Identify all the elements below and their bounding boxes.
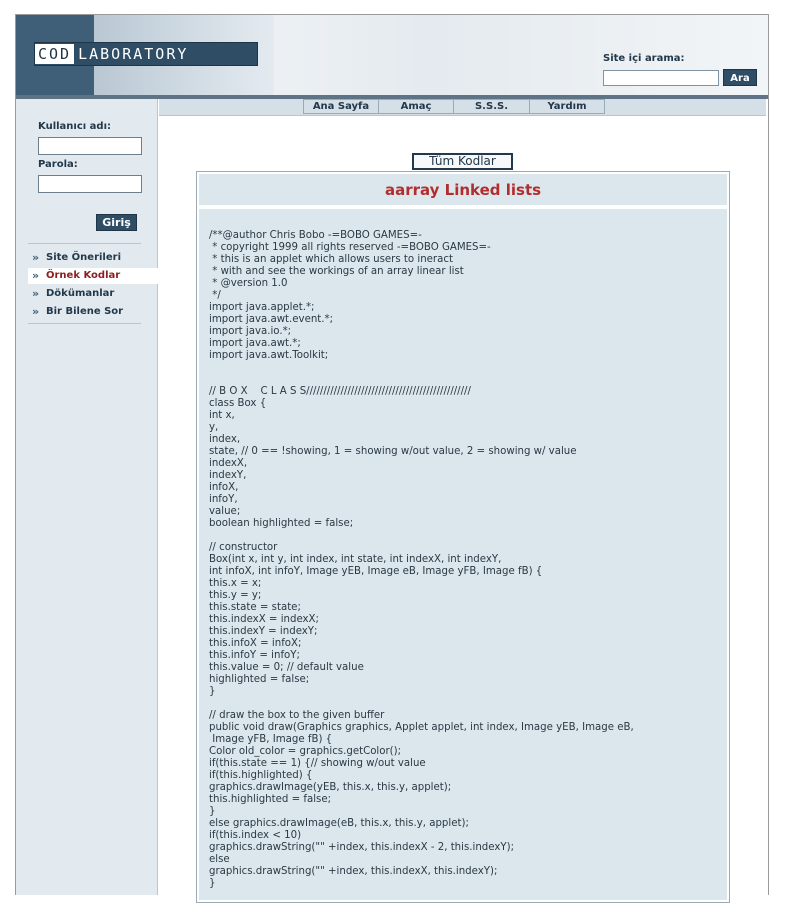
sidebar-item-dokumanlar[interactable]: » Dökümanlar bbox=[28, 286, 141, 302]
sidebar-item-label: Örnek Kodlar bbox=[46, 270, 121, 281]
code-body: /**@author Chris Bobo -=BOBO GAMES=- * c… bbox=[199, 209, 727, 900]
code-listing: /**@author Chris Bobo -=BOBO GAMES=- * c… bbox=[209, 230, 634, 889]
login-button[interactable]: Giriş bbox=[96, 214, 137, 231]
chevron-right-icon: » bbox=[32, 305, 40, 318]
logo-mark: COD bbox=[35, 44, 75, 64]
code-title-bar: aarray Linked lists bbox=[199, 174, 727, 205]
sidebar-item-bir-bilene-sor[interactable]: » Bir Bilene Sor bbox=[28, 304, 141, 320]
site-logo[interactable]: COD LABORATORY bbox=[34, 42, 258, 66]
page-frame: COD LABORATORY Site içi arama: Ara Kulla… bbox=[15, 14, 769, 903]
sidebar: Kullanıcı adı: Parola: Giriş » Site Öner… bbox=[16, 99, 158, 895]
sidebar-item-label: Dökümanlar bbox=[46, 288, 115, 299]
sidebar-item-label: Site Önerileri bbox=[46, 252, 122, 263]
sidebar-item-site-onerileri[interactable]: » Site Önerileri bbox=[28, 250, 141, 266]
password-field[interactable] bbox=[38, 175, 142, 193]
chevron-right-icon: » bbox=[32, 287, 40, 300]
sidebar-divider bbox=[28, 243, 141, 244]
tab-ana-sayfa[interactable]: Ana Sayfa bbox=[303, 99, 379, 114]
tab-sss[interactable]: S.S.S. bbox=[453, 99, 530, 114]
search-button[interactable]: Ara bbox=[723, 69, 757, 86]
password-label: Parola: bbox=[38, 159, 78, 170]
chevron-right-icon: » bbox=[32, 251, 40, 264]
search-label: Site içi arama: bbox=[603, 53, 685, 64]
logo-text: LABORATORY bbox=[78, 45, 189, 63]
sidebar-item-ornek-kodlar[interactable]: » Örnek Kodlar bbox=[28, 268, 158, 284]
site-header: COD LABORATORY Site içi arama: Ara bbox=[16, 15, 768, 95]
search-input[interactable] bbox=[603, 70, 719, 86]
chevron-right-icon: » bbox=[32, 269, 40, 282]
username-label: Kullanıcı adı: bbox=[38, 121, 112, 132]
username-field[interactable] bbox=[38, 137, 142, 155]
all-codes-button[interactable]: Tüm Kodlar bbox=[412, 153, 513, 170]
tab-yardim[interactable]: Yardım bbox=[529, 99, 605, 114]
code-panel: aarray Linked lists /**@author Chris Bob… bbox=[196, 171, 730, 903]
sidebar-item-label: Bir Bilene Sor bbox=[46, 306, 124, 317]
sidebar-divider bbox=[28, 323, 141, 324]
page-title: aarray Linked lists bbox=[384, 181, 542, 199]
tab-amac[interactable]: Amaç bbox=[378, 99, 454, 114]
